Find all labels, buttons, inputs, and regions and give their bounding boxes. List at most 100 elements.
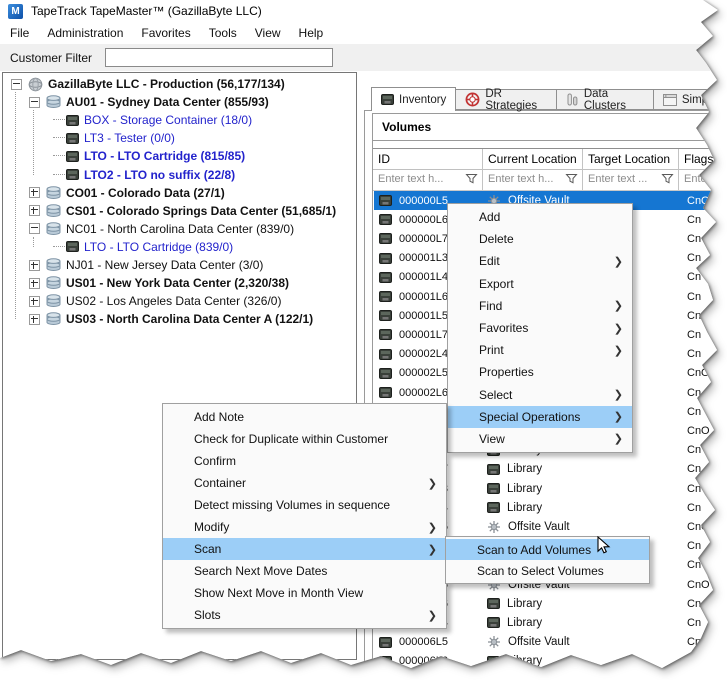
tab-data-clusters[interactable]: Data Clusters <box>556 89 654 110</box>
tape-cartridge-icon <box>381 93 394 106</box>
menu-item-export[interactable]: Export <box>448 273 632 295</box>
volume-flags: Cn <box>679 463 701 475</box>
tab-label: Inventory <box>399 94 446 106</box>
menu-item-add-note[interactable]: Add Note <box>163 406 446 428</box>
filter-funnel-button[interactable] <box>465 172 479 186</box>
menu-item-confirm[interactable]: Confirm <box>163 450 446 472</box>
tree-expander-plus-icon[interactable] <box>29 187 40 198</box>
volume-id: 000001L4 <box>399 271 448 283</box>
filter-funnel-button[interactable] <box>661 172 675 186</box>
tree-expander-plus-icon[interactable] <box>29 314 40 325</box>
filter-cell-target-location[interactable]: Enter text ... <box>583 168 679 190</box>
filter-cell-id[interactable]: Enter text h... <box>373 168 483 190</box>
menu-item-scan[interactable]: Scan ❯ <box>163 538 446 560</box>
tree-item-lto[interactable]: LTO - LTO Cartridge (839/0) <box>7 238 355 256</box>
tape-cartridge-icon <box>379 348 392 361</box>
column-header-id[interactable]: ID <box>373 149 483 169</box>
menu-item-scan-to-add-volumes[interactable]: Scan to Add Volumes <box>446 539 649 560</box>
menu-item-edit[interactable]: Edit ❯ <box>448 250 632 272</box>
tree-expander-minus-icon[interactable] <box>29 223 40 234</box>
customer-filter-bar: Customer Filter <box>0 44 727 71</box>
tree-item-nc01[interactable]: NC01 - North Carolina Data Center (839/0… <box>7 220 355 238</box>
tree-expander-plus-icon[interactable] <box>29 205 40 216</box>
column-header-target-location[interactable]: Target Location <box>583 149 679 169</box>
tree-item-lto2[interactable]: LTO2 - LTO no suffix (22/8) <box>7 166 355 184</box>
column-header-current-location[interactable]: Current Location <box>483 149 583 169</box>
menubar-item-help[interactable]: Help <box>290 26 333 40</box>
volume-row[interactable]: 000006L6 Library Cn <box>374 652 727 671</box>
menu-item-properties[interactable]: Properties <box>448 361 632 383</box>
volume-current-location: Library <box>507 655 542 667</box>
customer-filter-input[interactable] <box>105 48 333 67</box>
tree-item-us02[interactable]: US02 - Los Angeles Data Center (326/0) <box>7 292 355 310</box>
tree-item-lt3[interactable]: LT3 - Tester (0/0) <box>7 129 355 147</box>
tree-item-au01[interactable]: AU01 - Sydney Data Center (855/93) <box>7 93 355 111</box>
tree-item-us03[interactable]: US03 - North Carolina Data Center A (122… <box>7 310 355 328</box>
volume-flags: CnO <box>679 310 710 322</box>
filter-cell-flags[interactable]: Enter text h... <box>679 168 727 190</box>
menu-item-view[interactable]: View ❯ <box>448 428 632 450</box>
filter-funnel-button[interactable] <box>565 172 579 186</box>
menu-item-label: Scan to Add Volumes <box>477 543 591 557</box>
menu-item-detect-missing-volumes-in-sequence[interactable]: Detect missing Volumes in sequence <box>163 494 446 516</box>
tree-expander-plus-icon[interactable] <box>29 260 40 271</box>
menu-item-search-next-move-dates[interactable]: Search Next Move Dates <box>163 560 446 582</box>
menu-item-special-operations[interactable]: Special Operations ❯ <box>448 406 632 428</box>
menu-item-select[interactable]: Select ❯ <box>448 384 632 406</box>
menubar-item-file[interactable]: File <box>1 26 38 40</box>
tree-expander-minus-icon[interactable] <box>29 97 40 108</box>
menu-item-show-next-move-in-month-view[interactable]: Show Next Move in Month View <box>163 582 446 604</box>
menu-item-scan-to-select-volumes[interactable]: Scan to Select Volumes <box>446 560 649 581</box>
menu-item-delete[interactable]: Delete <box>448 228 632 250</box>
menubar-item-favorites[interactable]: Favorites <box>132 26 199 40</box>
tree-item-label: LTO - LTO Cartridge (815/85) <box>84 149 245 163</box>
tree-expander-plus-icon[interactable] <box>29 296 40 307</box>
tree-expander-minus-icon[interactable] <box>11 79 22 90</box>
submenu-arrow-icon: ❯ <box>614 255 623 268</box>
tree-item-label: LTO2 - LTO no suffix (22/8) <box>84 168 235 182</box>
tree-connector-stub <box>53 137 65 139</box>
tab-inventory[interactable]: Inventory <box>371 87 456 111</box>
menu-item-find[interactable]: Find ❯ <box>448 295 632 317</box>
volume-flags: Cn <box>679 655 701 667</box>
tape-cartridge-icon <box>379 213 392 226</box>
menu-item-container[interactable]: Container ❯ <box>163 472 446 494</box>
volume-flags: CnO <box>679 579 710 591</box>
tree-connector-stub <box>53 246 65 248</box>
tree-item-co01[interactable]: CO01 - Colorado Data (27/1) <box>7 184 355 202</box>
submenu-arrow-icon: ❯ <box>428 609 437 622</box>
menu-item-modify[interactable]: Modify ❯ <box>163 516 446 538</box>
tree-expander-plus-icon[interactable] <box>29 278 40 289</box>
menu-item-check-for-duplicate-within-customer[interactable]: Check for Duplicate within Customer <box>163 428 446 450</box>
column-header-flags[interactable]: Flags <box>679 149 727 169</box>
tab-dr-strategies[interactable]: DR Strategies <box>455 89 557 110</box>
volume-location-cell: Library <box>483 655 583 668</box>
volume-id: 000001L5 <box>399 310 448 322</box>
menubar-item-view[interactable]: View <box>246 26 290 40</box>
menu-item-label: Show Next Move in Month View <box>194 586 363 600</box>
volume-row[interactable]: 000006L5 Offsite Vault CnO <box>374 633 727 652</box>
volume-id: 000002L5 <box>399 367 448 379</box>
submenu-arrow-icon: ❯ <box>614 344 623 357</box>
data-center-icon <box>46 276 61 290</box>
tab-simple[interactable]: Simple <box>653 89 727 110</box>
menu-item-add[interactable]: Add <box>448 206 632 228</box>
grid-header-row: IDCurrent LocationTarget LocationFlags <box>373 148 727 170</box>
tree-item-cs01[interactable]: CS01 - Colorado Springs Data Center (51,… <box>7 202 355 220</box>
filter-placeholder: Enter text h... <box>483 173 553 185</box>
filter-placeholder: Enter text h... <box>373 173 443 185</box>
menu-item-slots[interactable]: Slots ❯ <box>163 604 446 626</box>
menu-item-print[interactable]: Print ❯ <box>448 339 632 361</box>
tree-item-nj01[interactable]: NJ01 - New Jersey Data Center (3/0) <box>7 256 355 274</box>
tree-item-lto[interactable]: LTO - LTO Cartridge (815/85) <box>7 147 355 165</box>
menubar-item-tools[interactable]: Tools <box>200 26 246 40</box>
volume-current-location: Library <box>507 483 542 495</box>
menu-item-label: Export <box>479 277 514 291</box>
tree-item-gazillabyte[interactable]: GazillaByte LLC - Production (56,177/134… <box>7 75 355 93</box>
filter-cell-current-location[interactable]: Enter text h... <box>483 168 583 190</box>
tree-item-us01[interactable]: US01 - New York Data Center (2,320/38) <box>7 274 355 292</box>
tree-item-box[interactable]: BOX - Storage Container (18/0) <box>7 111 355 129</box>
data-center-icon <box>46 222 61 236</box>
menu-item-favorites[interactable]: Favorites ❯ <box>448 317 632 339</box>
menubar-item-administration[interactable]: Administration <box>38 26 132 40</box>
